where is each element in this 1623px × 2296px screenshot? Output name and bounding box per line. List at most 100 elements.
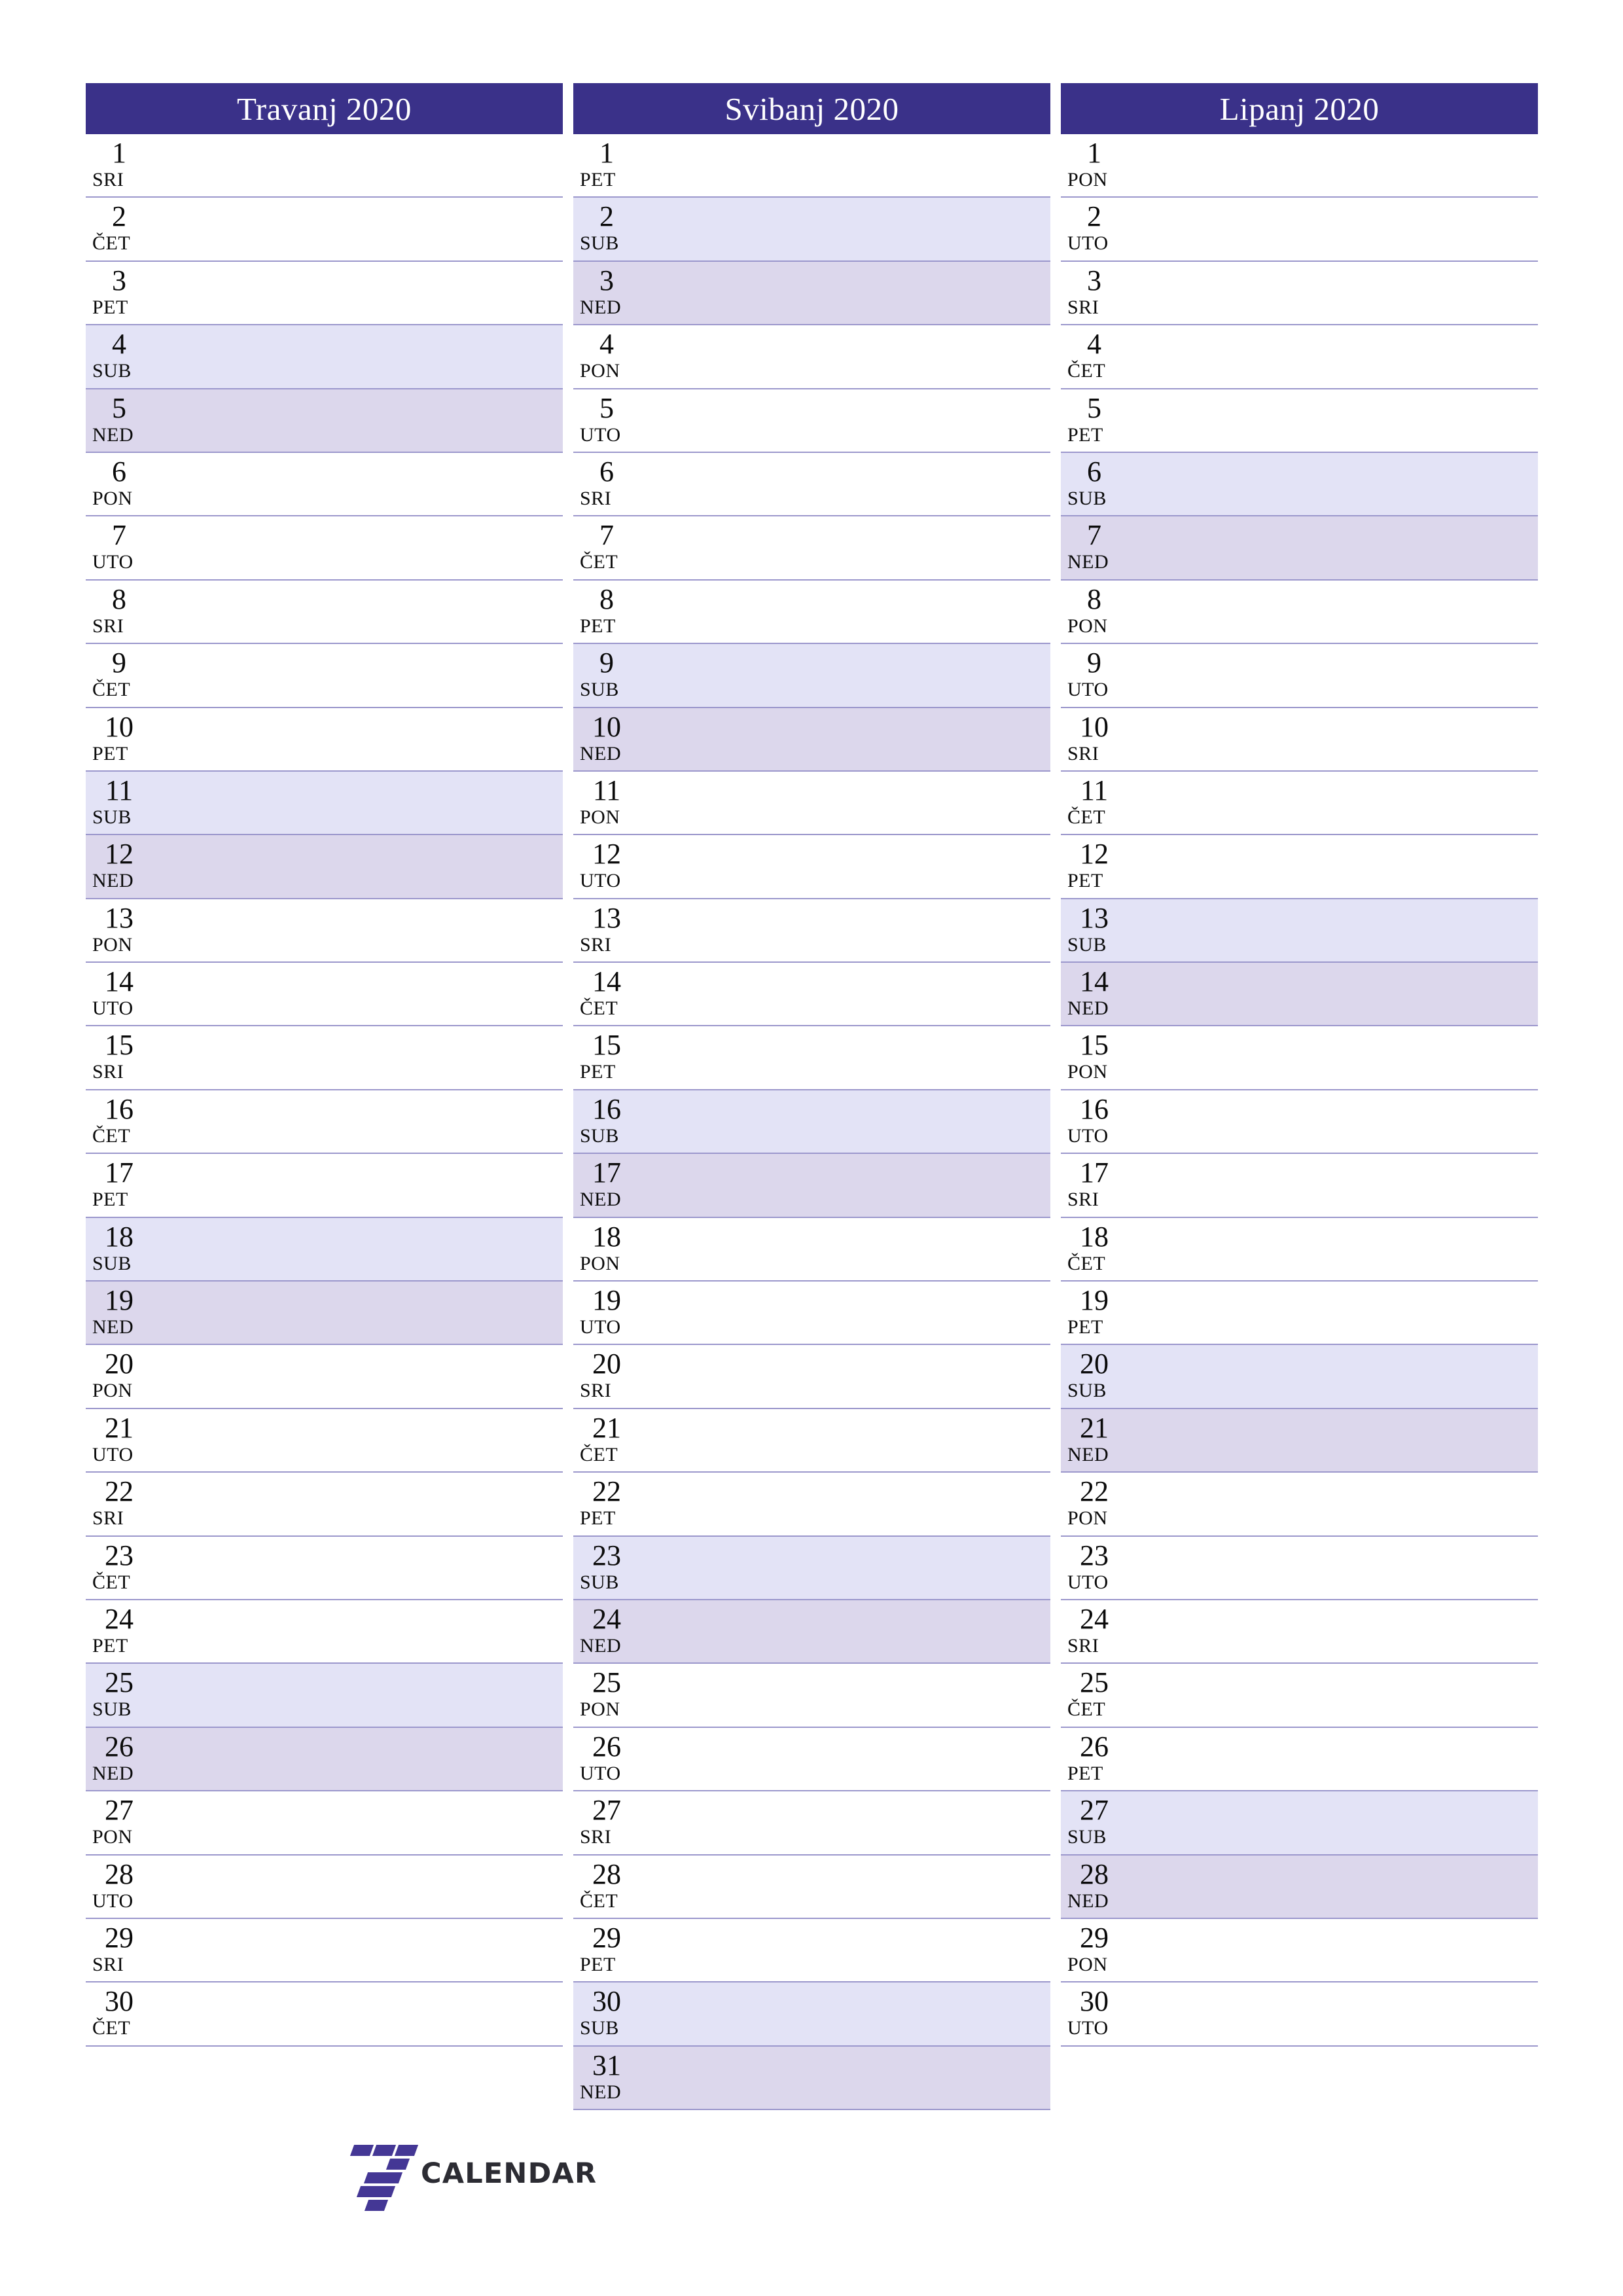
day-row[interactable]: 1 SRI [86, 134, 563, 198]
day-number: 2 [599, 200, 614, 233]
day-row[interactable]: 8 PET [573, 580, 1050, 645]
day-row[interactable]: 12 NED [86, 835, 563, 899]
day-row[interactable]: 19 UTO [573, 1282, 1050, 1346]
day-row[interactable]: 4 SUB [86, 325, 563, 389]
day-row[interactable]: 5 NED [86, 389, 563, 453]
day-row[interactable]: 2 SUB [573, 198, 1050, 262]
day-row[interactable]: 18 ČET [1061, 1217, 1538, 1282]
day-row[interactable]: 3 PET [86, 261, 563, 326]
day-row[interactable]: 26 UTO [573, 1727, 1050, 1792]
day-row[interactable]: 26 PET [1061, 1727, 1538, 1792]
day-row[interactable]: 6 SUB [1061, 452, 1538, 517]
day-row[interactable]: 23 UTO [1061, 1536, 1538, 1600]
day-row[interactable]: 21 ČET [573, 1408, 1050, 1473]
day-row[interactable]: 15 PET [573, 1026, 1050, 1090]
day-row[interactable]: 27 PON [86, 1791, 563, 1856]
day-row[interactable]: 11 ČET [1061, 771, 1538, 836]
day-row[interactable]: 9 SUB [573, 644, 1050, 708]
day-row[interactable]: 25 PON [573, 1664, 1050, 1728]
day-row[interactable]: 5 UTO [573, 389, 1050, 453]
day-number: 16 [105, 1092, 134, 1125]
day-row[interactable]: 5 PET [1061, 389, 1538, 453]
day-row[interactable]: 16 SUB [573, 1090, 1050, 1155]
day-row[interactable]: 28 UTO [86, 1855, 563, 1919]
day-row[interactable]: 27 SRI [573, 1791, 1050, 1856]
day-number: 14 [105, 965, 134, 998]
day-row[interactable]: 20 PON [86, 1345, 563, 1409]
day-row[interactable]: 10 PET [86, 708, 563, 772]
day-row[interactable]: 8 SRI [86, 580, 563, 645]
day-row[interactable]: 21 NED [1061, 1408, 1538, 1473]
day-row[interactable]: 26 NED [86, 1727, 563, 1792]
day-row[interactable]: 12 UTO [573, 835, 1050, 899]
day-row[interactable]: 14 NED [1061, 963, 1538, 1027]
day-row[interactable]: 4 ČET [1061, 325, 1538, 389]
day-row[interactable]: 14 UTO [86, 963, 563, 1027]
day-row[interactable]: 29 PON [1061, 1918, 1538, 1983]
day-row[interactable]: 22 PET [573, 1473, 1050, 1537]
day-row[interactable]: 20 SUB [1061, 1345, 1538, 1409]
day-row[interactable]: 28 NED [1061, 1855, 1538, 1919]
day-row[interactable]: 15 SRI [86, 1026, 563, 1090]
day-row[interactable]: 9 ČET [86, 644, 563, 708]
day-row[interactable]: 24 NED [573, 1600, 1050, 1664]
day-row[interactable]: 13 SUB [1061, 899, 1538, 963]
day-row[interactable]: 30 UTO [1061, 1982, 1538, 2047]
day-row[interactable]: 17 NED [573, 1154, 1050, 1218]
day-row[interactable]: 3 NED [573, 261, 1050, 326]
day-row[interactable]: 28 ČET [573, 1855, 1050, 1919]
day-row[interactable]: 2 UTO [1061, 198, 1538, 262]
day-row[interactable]: 11 PON [573, 771, 1050, 836]
day-row[interactable]: 23 ČET [86, 1536, 563, 1600]
day-row[interactable]: 15 PON [1061, 1026, 1538, 1090]
day-row[interactable]: 31 NED [573, 2046, 1050, 2111]
day-row[interactable]: 17 PET [86, 1154, 563, 1218]
day-row[interactable]: 22 SRI [86, 1473, 563, 1537]
day-row[interactable]: 13 SRI [573, 899, 1050, 963]
day-row[interactable]: 13 PON [86, 899, 563, 963]
day-row[interactable]: 6 PON [86, 452, 563, 517]
day-row[interactable]: 3 SRI [1061, 261, 1538, 326]
day-row[interactable]: 22 PON [1061, 1473, 1538, 1537]
day-row[interactable]: 23 SUB [573, 1536, 1050, 1600]
day-row[interactable]: 27 SUB [1061, 1791, 1538, 1856]
day-row[interactable]: 6 SRI [573, 452, 1050, 517]
day-weekday-label: UTO [580, 1316, 621, 1338]
day-row[interactable]: 11 SUB [86, 771, 563, 836]
day-weekday-label: UTO [92, 1443, 134, 1465]
day-number: 7 [1087, 519, 1101, 552]
day-row[interactable]: 14 ČET [573, 963, 1050, 1027]
day-row[interactable]: 29 SRI [86, 1918, 563, 1983]
day-row[interactable]: 12 PET [1061, 835, 1538, 899]
day-row[interactable]: 17 SRI [1061, 1154, 1538, 1218]
day-row[interactable]: 7 UTO [86, 516, 563, 581]
day-row[interactable]: 9 UTO [1061, 644, 1538, 708]
day-row[interactable]: 24 PET [86, 1600, 563, 1664]
day-row[interactable]: 29 PET [573, 1918, 1050, 1983]
day-row[interactable]: 30 SUB [573, 1982, 1050, 2047]
day-row[interactable]: 7 NED [1061, 516, 1538, 581]
day-number: 17 [592, 1157, 621, 1189]
day-weekday-label: UTO [1067, 679, 1109, 701]
day-row[interactable]: 8 PON [1061, 580, 1538, 645]
day-row[interactable]: 2 ČET [86, 198, 563, 262]
day-row[interactable]: 20 SRI [573, 1345, 1050, 1409]
day-row[interactable]: 30 ČET [86, 1982, 563, 2047]
day-row[interactable]: 1 PET [573, 134, 1050, 198]
day-number: 25 [1080, 1666, 1109, 1699]
day-row[interactable]: 18 SUB [86, 1217, 563, 1282]
day-row[interactable]: 7 ČET [573, 516, 1050, 581]
day-row[interactable]: 16 UTO [1061, 1090, 1538, 1155]
day-row[interactable]: 16 ČET [86, 1090, 563, 1155]
day-row[interactable]: 10 NED [573, 708, 1050, 772]
day-row[interactable]: 21 UTO [86, 1408, 563, 1473]
day-row[interactable]: 24 SRI [1061, 1600, 1538, 1664]
day-row[interactable]: 19 NED [86, 1282, 563, 1346]
day-row[interactable]: 10 SRI [1061, 708, 1538, 772]
day-row[interactable]: 1 PON [1061, 134, 1538, 198]
day-row[interactable]: 4 PON [573, 325, 1050, 389]
day-row[interactable]: 18 PON [573, 1217, 1050, 1282]
day-row[interactable]: 25 SUB [86, 1664, 563, 1728]
day-row[interactable]: 19 PET [1061, 1282, 1538, 1346]
day-row[interactable]: 25 ČET [1061, 1664, 1538, 1728]
